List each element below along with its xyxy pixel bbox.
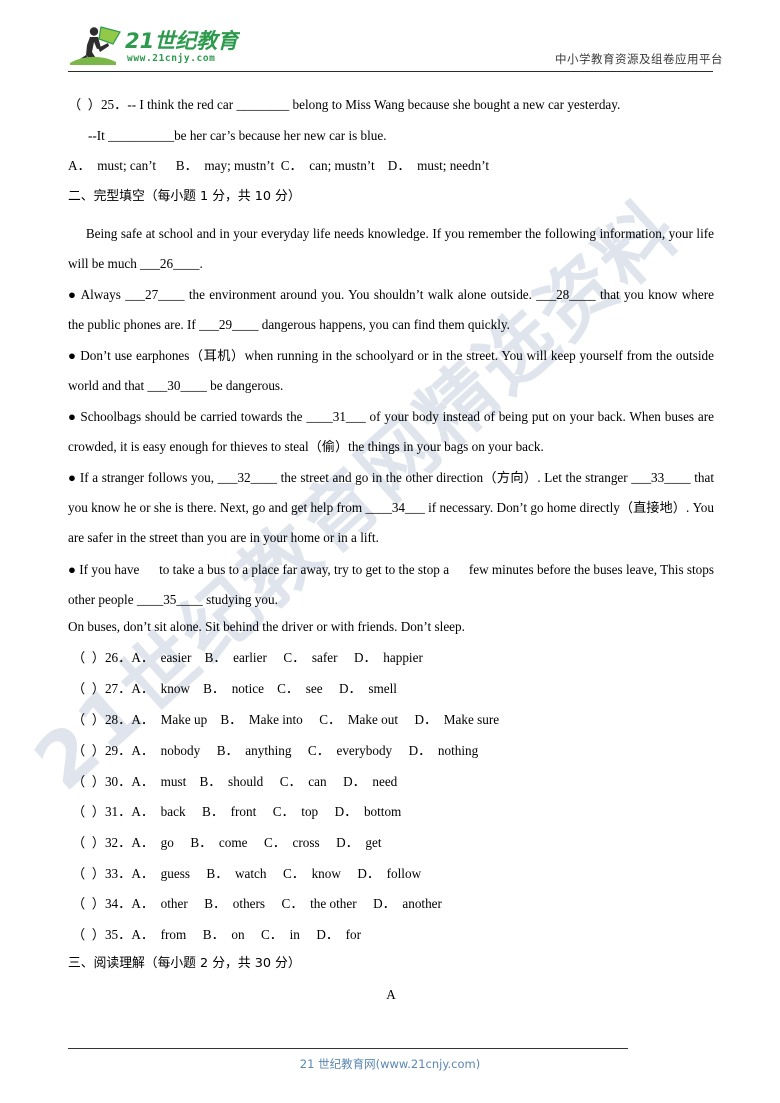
question-25-line2: --It __________be her car’s because her …	[88, 128, 387, 143]
logo-icon: 21世纪教育 www.21cnjy.com	[70, 26, 240, 65]
cloze-option-row-33: （ ）33．A． guess B． watch C． know D． follo…	[72, 866, 422, 881]
svg-text:21世纪教育: 21世纪教育	[125, 29, 240, 53]
footer-text: 21 世纪教育网(www.21cnjy.com)	[299, 1057, 481, 1071]
cloze-bullet-1: ● Always ___27____ the environment aroun…	[68, 287, 718, 332]
question-25-options: A． must; can’t B． may; mustn’t C． can; m…	[68, 158, 490, 173]
question-25-line1: （ ）25．-- I think the red car ________ be…	[68, 97, 621, 112]
cloze-intro-paragraph: Being safe at school and in your everyda…	[68, 226, 718, 271]
page-header: 21世纪教育 www.21cnjy.com 中小学教育资源及组卷应用平台	[0, 0, 780, 78]
footer-divider	[68, 1048, 628, 1049]
cloze-option-row-31: （ ）31．A． back B． front C． top D． bottom	[72, 804, 402, 819]
cloze-bullet-5: ● If you have to take a bus to a place f…	[68, 562, 718, 607]
section-3-heading: 三、阅读理解（每小题 2 分，共 30 分）	[68, 956, 301, 971]
cloze-bullet-4: ● If a stranger follows you, ___32____ t…	[68, 470, 718, 545]
svg-text:www.21cnjy.com: www.21cnjy.com	[127, 53, 215, 64]
cloze-option-row-28: （ ）28．A． Make up B． Make into C． Make ou…	[72, 712, 500, 727]
cloze-option-row-29: （ ）29．A． nobody B． anything C． everybody…	[72, 743, 479, 758]
cloze-option-row-27: （ ）27．A． know B． notice C． see D． smell	[72, 681, 397, 696]
passage-label-a: A	[386, 987, 396, 1002]
site-logo: 21世纪教育 www.21cnjy.com	[68, 24, 240, 68]
exam-page: 21世纪教育网精选资料 21世纪教育 www.21cnjy.com 中小学教育资…	[0, 0, 780, 1103]
cloze-option-row-35: （ ）35．A． from B． on C． in D． for	[72, 927, 362, 942]
cloze-bullet-2: ● Don’t use earphones（耳机）when running in…	[68, 348, 718, 393]
header-tagline: 中小学教育资源及组卷应用平台	[555, 52, 723, 66]
cloze-bullet-3: ● Schoolbags should be carried towards t…	[68, 409, 718, 454]
header-divider	[68, 71, 713, 72]
cloze-option-row-34: （ ）34．A． other B． others C． the other D．…	[72, 896, 442, 911]
cloze-option-row-30: （ ）30．A． must B． should C． can D． need	[72, 774, 398, 789]
cloze-option-row-26: （ ）26．A． easier B． earlier C． safer D． h…	[72, 650, 423, 665]
section-2-heading: 二、完型填空（每小题 1 分，共 10 分）	[68, 189, 301, 204]
cloze-option-row-32: （ ）32．A． go B． come C． cross D． get	[72, 835, 382, 850]
cloze-closing-line: On buses, don’t sit alone. Sit behind th…	[68, 619, 465, 634]
